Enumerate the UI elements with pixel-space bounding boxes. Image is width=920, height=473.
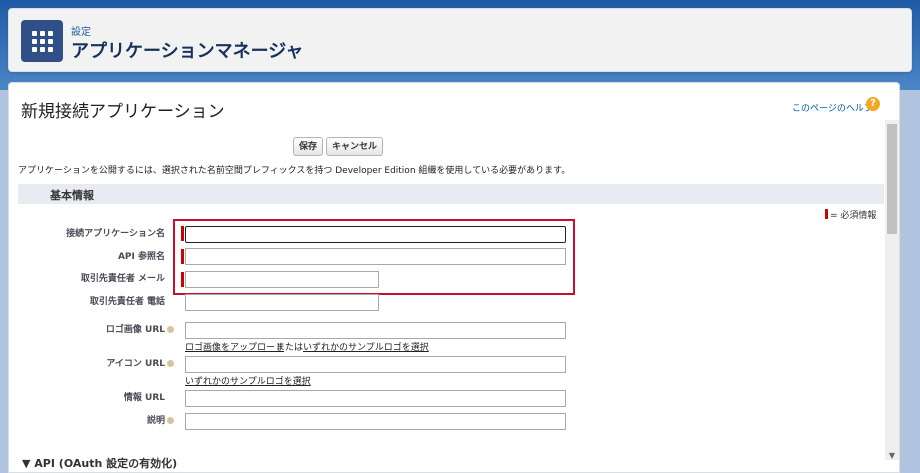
connected-app-name-label: 接続アプリケーション名 <box>66 229 165 239</box>
upload-logo-link[interactable]: ロゴ画像をアップロード <box>185 340 284 353</box>
description-label: 説明 <box>147 413 174 426</box>
description-label-text: 説明 <box>146 416 165 426</box>
contact-phone-label: 取引先責任者 電話 <box>89 297 165 307</box>
breadcrumb[interactable]: 設定 <box>71 23 91 38</box>
logo-url-label-text: ロゴ画像 URL <box>105 325 165 335</box>
icon-url-input[interactable] <box>185 356 566 373</box>
api-name-label: API 参照名 <box>117 252 165 262</box>
save-button[interactable]: 保存 <box>293 137 324 156</box>
help-icon[interactable]: ? <box>866 97 880 111</box>
info-url-input[interactable] <box>185 390 566 407</box>
contact-email-label: 取引先責任者 メール <box>80 274 165 284</box>
app-launcher-icon[interactable] <box>21 20 63 62</box>
info-icon[interactable] <box>167 417 174 424</box>
description-input[interactable] <box>185 413 566 430</box>
required-legend-text: = 必須情報 <box>830 211 877 221</box>
required-fields-highlight <box>173 219 575 295</box>
or-text: または <box>276 343 304 353</box>
help-link[interactable]: このページのヘルプ <box>792 101 873 114</box>
contact-phone-input[interactable] <box>185 294 379 311</box>
info-icon[interactable] <box>167 360 174 367</box>
select-sample-icon-link[interactable]: いずれかのサンプルロゴを選択 <box>185 374 311 387</box>
info-icon[interactable] <box>167 326 174 333</box>
logo-url-label: ロゴ画像 URL <box>106 322 174 335</box>
select-sample-logo-link[interactable]: いずれかのサンプルロゴを選択 <box>303 340 429 353</box>
vertical-scrollbar[interactable] <box>885 120 899 460</box>
icon-url-label-text: アイコン URL <box>106 359 165 369</box>
icon-url-label: アイコン URL <box>106 356 174 369</box>
publish-info-text: アプリケーションを公開するには、選択された名前空間プレフィックスを持つ Deve… <box>18 166 571 176</box>
info-url-label: 情報 URL <box>123 393 165 403</box>
logo-url-input[interactable] <box>185 322 566 339</box>
section-header-bar <box>18 184 884 204</box>
page-title: アプリケーションマネージャ <box>71 41 304 62</box>
app-header: 設定 アプリケーションマネージャ <box>8 8 912 72</box>
scroll-down-icon[interactable]: ▼ <box>886 450 898 462</box>
form-heading: 新規接続アプリケーション <box>21 102 225 122</box>
scrollbar-thumb[interactable] <box>887 124 897 234</box>
cancel-button[interactable]: キャンセル <box>326 137 384 156</box>
required-legend: = 必須情報 <box>825 208 876 221</box>
api-oauth-section-header[interactable]: ▼ API (OAuth 設定の有効化) <box>22 455 177 471</box>
section-title: 基本情報 <box>50 189 94 202</box>
required-marker-icon <box>825 209 828 219</box>
